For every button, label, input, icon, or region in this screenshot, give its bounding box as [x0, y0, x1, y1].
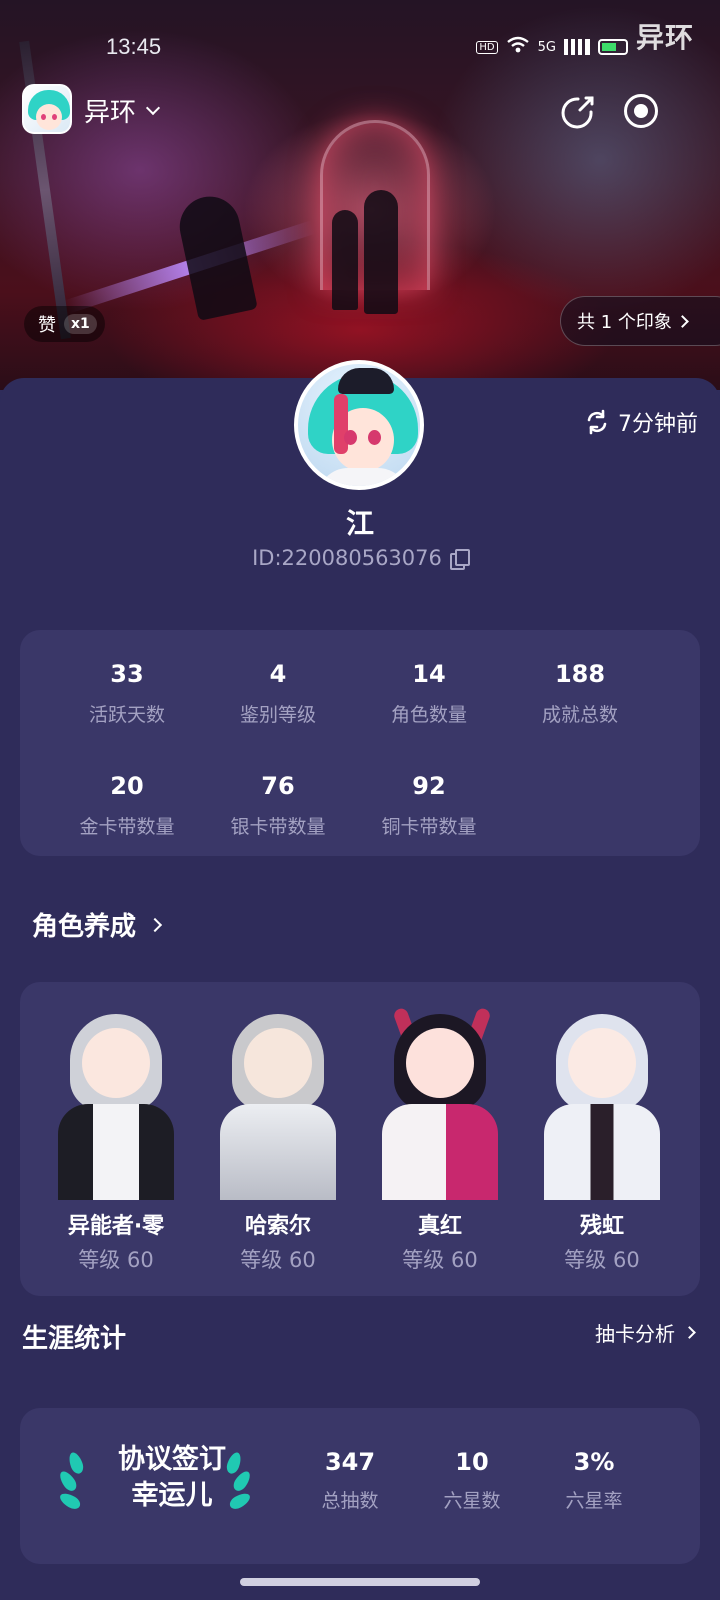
stat-value: 4: [269, 660, 287, 688]
profile-avatar[interactable]: [294, 360, 424, 490]
role-portrait: [206, 1008, 350, 1200]
refresh-button[interactable]: 7分钟前: [584, 406, 698, 438]
chevron-right-icon: [683, 1326, 696, 1339]
role-portrait: [530, 1008, 674, 1200]
like-count: x1: [64, 314, 97, 334]
role-name: 真红: [417, 1214, 462, 1239]
career-stat-total-pulls: 347 总抽数: [290, 1448, 410, 1513]
stat-bronze-tapes: 92 铜卡带数量: [352, 772, 506, 839]
stat-value: 92: [412, 772, 446, 800]
roles-card: 异能者·零 等级 60 哈索尔 等级 60 真红 等级 60 残虹 等级 60: [20, 982, 700, 1296]
stat-label: 银卡带数量: [230, 816, 326, 838]
gacha-analysis-label: 抽卡分析: [595, 1322, 675, 1346]
role-level: 等级 60: [564, 1248, 640, 1272]
chevron-right-icon: [147, 917, 163, 932]
status-time: 13:45: [106, 34, 162, 59]
career-stat-label: 总抽数: [321, 1490, 379, 1512]
role-portrait: [44, 1008, 188, 1200]
network-type: 5G: [537, 39, 556, 55]
like-label: 赞: [38, 315, 56, 336]
hero-banner: 13:45 HD 5G 异环 异环 赞 x1 共 1 个印象: [0, 0, 720, 390]
stat-silver-tapes: 76 银卡带数量: [201, 772, 355, 839]
status-icons: HD 5G: [476, 36, 628, 58]
career-stat-value: 347: [324, 1448, 376, 1476]
roles-section-header[interactable]: 角色养成: [32, 906, 163, 943]
roles-section-title: 角色养成: [32, 912, 137, 942]
stat-gold-tapes: 20 金卡带数量: [50, 772, 204, 839]
career-stat-value: 10: [455, 1448, 489, 1476]
watermark-logo: 异环: [635, 21, 694, 54]
career-stat-label: 六星率: [565, 1490, 623, 1512]
battery-icon: [598, 39, 628, 55]
stat-appraisal-level: 4 鉴别等级: [201, 660, 355, 727]
app-avatar[interactable]: [22, 84, 72, 134]
laurel-left-icon: [56, 1450, 88, 1512]
stat-value: 188: [554, 660, 606, 688]
wifi-icon: [506, 36, 530, 58]
career-stat-label: 六星数: [443, 1490, 501, 1512]
role-card[interactable]: 异能者·零 等级 60: [34, 982, 198, 1296]
signal-icon: [564, 39, 590, 55]
stat-value: 14: [412, 660, 446, 688]
refresh-icon: [587, 409, 607, 435]
career-section-header: 生涯统计: [22, 1318, 126, 1355]
refresh-time: 7分钟前: [618, 412, 698, 437]
profile-panel: 7分钟前 江 ID:220080563076 33 活跃天数 4 鉴别等级 14…: [0, 360, 720, 1600]
role-level: 等级 60: [78, 1248, 154, 1272]
role-card[interactable]: 真红 等级 60: [358, 982, 522, 1296]
career-card: 协议签订 幸运儿 347 总抽数 10 六星数 3% 六星率: [20, 1408, 700, 1564]
career-stat-six-star-rate: 3% 六星率: [534, 1448, 654, 1513]
game-switcher[interactable]: 异环: [84, 92, 161, 129]
stat-label: 铜卡带数量: [381, 816, 477, 838]
hero-art-figure: [174, 191, 258, 321]
impressions-button[interactable]: 共 1 个印象: [560, 296, 720, 346]
stat-label: 成就总数: [541, 704, 618, 726]
role-portrait: [368, 1006, 512, 1200]
hero-art-figure: [364, 190, 398, 314]
share-icon: [561, 96, 594, 129]
gacha-analysis-link[interactable]: 抽卡分析: [595, 1318, 696, 1347]
role-level: 等级 60: [240, 1248, 316, 1272]
chevron-down-icon: [145, 100, 161, 115]
stat-active-days: 33 活跃天数: [50, 660, 204, 727]
stat-value: 33: [110, 660, 144, 688]
chevron-right-icon: [676, 314, 689, 328]
role-name: 残虹: [579, 1214, 624, 1239]
user-id: ID:220080563076: [252, 546, 442, 570]
stat-achievements: 188 成就总数: [503, 660, 657, 727]
home-indicator[interactable]: [240, 1578, 480, 1586]
career-stat-value: 3%: [573, 1448, 615, 1476]
role-card[interactable]: 哈索尔 等级 60: [196, 982, 360, 1296]
game-name: 异环: [84, 98, 137, 128]
career-stat-six-star-count: 10 六星数: [412, 1448, 532, 1513]
stat-label: 角色数量: [390, 704, 467, 726]
role-name: 哈索尔: [244, 1214, 311, 1239]
laurel-right-icon: [222, 1450, 254, 1512]
like-badge[interactable]: 赞 x1: [24, 306, 105, 342]
career-section-title: 生涯统计: [22, 1324, 127, 1354]
record-button[interactable]: [616, 86, 666, 136]
share-button[interactable]: [556, 90, 600, 134]
stat-label: 金卡带数量: [79, 816, 175, 838]
impressions-label: 共 1 个印象: [577, 312, 672, 333]
hero-art-figure: [332, 210, 358, 310]
stats-card: 33 活跃天数 4 鉴别等级 14 角色数量 188 成就总数 20 金卡带数量…: [20, 630, 700, 856]
stat-value: 76: [261, 772, 295, 800]
stat-label: 活跃天数: [88, 704, 165, 726]
hd-icon: HD: [476, 40, 498, 54]
role-level: 等级 60: [402, 1248, 478, 1272]
nickname: 江: [345, 507, 374, 540]
stat-value: 20: [110, 772, 144, 800]
role-card[interactable]: 残虹 等级 60: [520, 982, 684, 1296]
stat-character-count: 14 角色数量: [352, 660, 506, 727]
stat-label: 鉴别等级: [239, 704, 316, 726]
copy-icon[interactable]: [449, 549, 470, 570]
role-name: 异能者·零: [67, 1214, 165, 1239]
user-id-row: ID:220080563076: [0, 546, 720, 570]
